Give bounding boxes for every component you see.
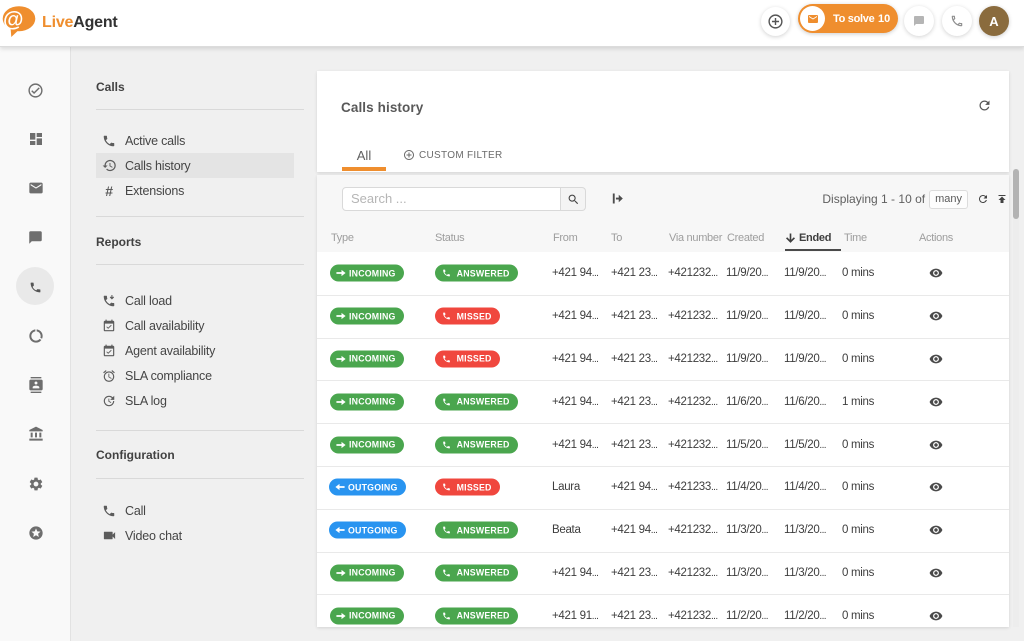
svg-text:@: @ (3, 9, 23, 32)
